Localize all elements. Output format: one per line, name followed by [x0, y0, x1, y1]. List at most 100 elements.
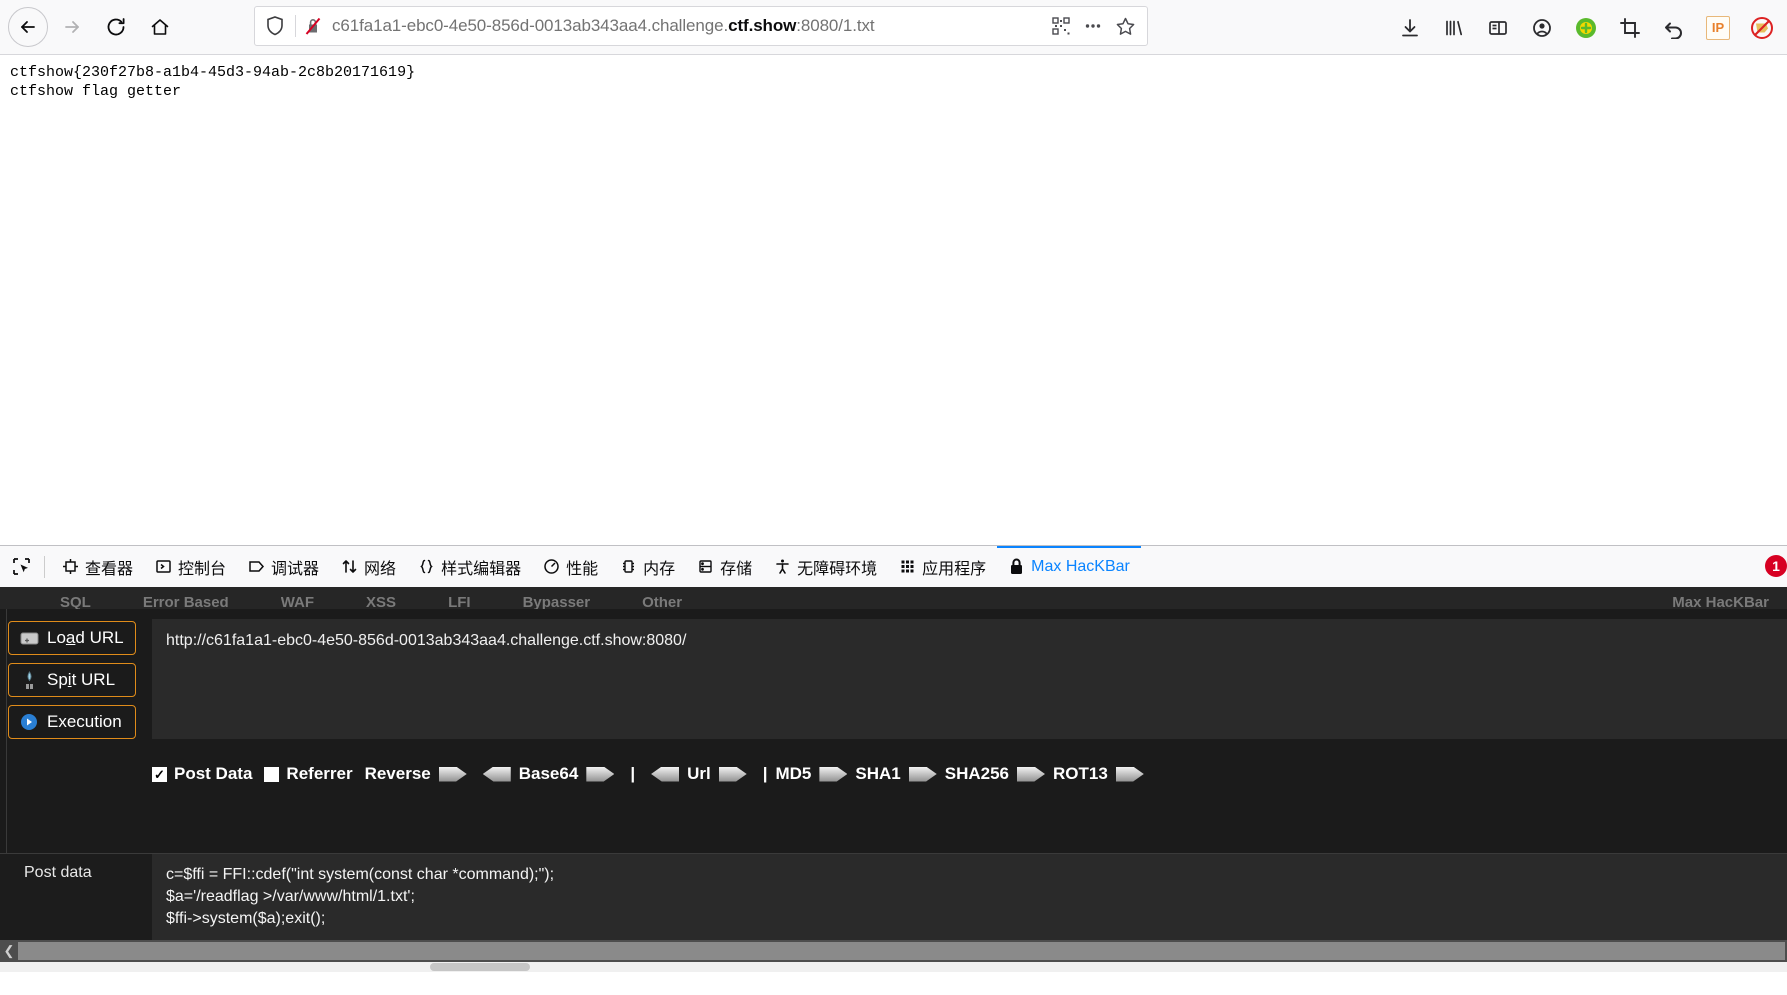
encoder-sha256-label[interactable]: SHA256 — [945, 764, 1009, 784]
devtools-tab-network[interactable]: 网络 — [330, 546, 407, 587]
element-picker-icon[interactable] — [4, 550, 38, 584]
load-url-button[interactable]: Load URL — [8, 621, 136, 655]
encoder-url-encode-arrow-icon[interactable] — [718, 766, 747, 782]
encoder-sha256-arrow-icon[interactable] — [1017, 766, 1045, 782]
reload-button[interactable] — [96, 7, 136, 47]
encoder-url-decode-arrow-icon[interactable] — [651, 766, 680, 782]
encoder-url-label[interactable]: Url — [687, 764, 711, 784]
devtools-tab-label: 应用程序 — [922, 560, 987, 578]
devtools-tab-application[interactable]: 应用程序 — [888, 546, 997, 587]
post-data-label[interactable]: Post Data — [174, 764, 252, 784]
hackbar-action-buttons: Load URL Spit URL Execution — [8, 621, 136, 747]
hackbar-category-bypasser[interactable]: Bypasser — [523, 597, 591, 609]
encoder-base64-label[interactable]: Base64 — [519, 764, 579, 784]
devtools-tab-performance[interactable]: 性能 — [532, 546, 609, 587]
url-bar-container[interactable]: c61fa1a1-ebc0-4e50-856d-0013ab343aa4.cha… — [254, 6, 1148, 46]
devtools-tab-debugger[interactable]: 调试器 — [237, 546, 330, 587]
referrer-label[interactable]: Referrer — [286, 764, 352, 784]
back-button[interactable] — [8, 7, 48, 47]
sidebar-icon[interactable] — [1483, 13, 1513, 43]
page-horizontal-scrollbar[interactable] — [0, 962, 1787, 972]
hackbar-body: Load URL Spit URL Execution http://c61fa… — [0, 609, 1787, 854]
devtools-tab-label: 内存 — [643, 560, 676, 578]
hackbar-category-xss[interactable]: XSS — [366, 597, 396, 609]
devtools-tab-label: Max HacKBar — [1031, 557, 1130, 575]
hackbar-category-other[interactable]: Other — [642, 597, 682, 609]
devtools-tabbar: 查看器 控制台 调试器 网络 样式编辑器 性能 内存 存储 无障碍环境 应用程序… — [0, 546, 1787, 588]
devtools-tab-label: 调试器 — [271, 560, 320, 578]
split-url-button[interactable]: Spit URL — [8, 663, 136, 697]
forward-button[interactable] — [52, 7, 92, 47]
browser-toolbar: c61fa1a1-ebc0-4e50-856d-0013ab343aa4.cha… — [0, 0, 1787, 55]
devtools-tab-label: 存储 — [720, 560, 753, 578]
encoder-sha1-arrow-icon[interactable] — [908, 766, 937, 782]
scroll-left-arrow-icon[interactable]: ❮ — [0, 940, 18, 962]
devtools-divider — [44, 555, 45, 578]
hackbar-left-rule — [6, 609, 7, 853]
execution-button[interactable]: Execution — [8, 705, 136, 739]
devtools-tab-accessibility[interactable]: 无障碍环境 — [763, 546, 888, 587]
url-text[interactable]: c61fa1a1-ebc0-4e50-856d-0013ab343aa4.cha… — [332, 16, 1045, 36]
account-icon[interactable] — [1527, 13, 1557, 43]
ip-badge-icon[interactable]: IP — [1703, 13, 1733, 43]
application-icon — [899, 558, 916, 575]
encoder-md5-arrow-icon[interactable] — [819, 766, 848, 782]
page-content: ctfshow{230f27b8-a1b4-45d3-94ab-2c8b2017… — [0, 55, 1787, 545]
hackbar-options-row: ✓ Post Data Referrer Reverse Base64 | Ur… — [152, 749, 1787, 799]
storage-icon — [697, 558, 714, 575]
devtools-tab-memory[interactable]: 内存 — [609, 546, 686, 587]
url-bar[interactable]: c61fa1a1-ebc0-4e50-856d-0013ab343aa4.cha… — [254, 6, 1148, 46]
encoder-md5-label[interactable]: MD5 — [775, 764, 811, 784]
hackbar-category-sql[interactable]: SQL — [60, 597, 91, 609]
post-data-checkbox[interactable]: ✓ — [152, 766, 167, 782]
devtools-tab-label: 网络 — [364, 560, 397, 578]
devtools-tab-label: 查看器 — [85, 560, 134, 578]
qr-code-icon[interactable] — [1045, 10, 1077, 42]
referrer-checkbox[interactable] — [264, 766, 280, 782]
scrollbar-thumb[interactable] — [18, 942, 1785, 960]
hackbar-category-bar: SQL Error Based WAF XSS LFI Bypasser Oth… — [0, 587, 1787, 609]
hackbar-post-data-row: Post data c=$ffi = FFI::cdef("int system… — [0, 854, 1787, 954]
devtools-tab-storage[interactable]: 存储 — [686, 546, 763, 587]
devtools-tab-console[interactable]: 控制台 — [144, 546, 237, 587]
shield-icon[interactable] — [265, 15, 285, 37]
accessibility-icon — [774, 558, 791, 575]
encoder-reverse-decode-arrow-icon[interactable] — [482, 766, 511, 782]
hackbar-horizontal-scrollbar[interactable]: ❮ — [0, 940, 1787, 962]
undo-arrow-icon[interactable] — [1659, 13, 1689, 43]
devtools-tab-inspector[interactable]: 查看器 — [51, 546, 144, 587]
hackbar-category-error-based[interactable]: Error Based — [143, 597, 229, 609]
devtools-tab-max-hackbar[interactable]: Max HacKBar — [997, 546, 1141, 587]
home-button[interactable] — [140, 7, 180, 47]
encoder-rot13-arrow-icon[interactable] — [1115, 766, 1144, 782]
encoder-rot13-label[interactable]: ROT13 — [1053, 764, 1108, 784]
execution-icon — [19, 712, 39, 732]
hackbar-category-waf[interactable]: WAF — [281, 597, 314, 609]
encoder-sha1-label[interactable]: SHA1 — [855, 764, 900, 784]
post-data-textarea[interactable]: c=$ffi = FFI::cdef("int system(const cha… — [152, 854, 1787, 954]
library-icon[interactable] — [1439, 13, 1469, 43]
crop-icon[interactable] — [1615, 13, 1645, 43]
page-scrollbar-thumb[interactable] — [430, 963, 530, 971]
devtools-tab-style-editor[interactable]: 样式编辑器 — [407, 546, 532, 587]
encoder-reverse-encode-arrow-icon[interactable] — [438, 766, 467, 782]
navigation-buttons — [0, 7, 180, 47]
devtools-tab-label: 性能 — [566, 560, 599, 578]
separator-pipe-2: | — [762, 764, 768, 783]
hackbar-category-lfi[interactable]: LFI — [448, 597, 471, 609]
encoder-base64-encode-arrow-icon[interactable] — [586, 766, 615, 782]
ellipsis-icon[interactable] — [1077, 10, 1109, 42]
error-count-badge[interactable]: 1 — [1765, 555, 1787, 577]
blocked-icon[interactable] — [1747, 13, 1777, 43]
style-editor-icon — [418, 558, 435, 575]
broken-lock-icon[interactable] — [304, 16, 322, 36]
separator-pipe-1: | — [630, 764, 636, 783]
flag-line-2: ctfshow flag getter — [10, 83, 182, 100]
debugger-icon — [248, 558, 265, 575]
green-plus-icon[interactable] — [1571, 13, 1601, 43]
toolbar-right-icons: IP — [1395, 0, 1777, 55]
star-icon[interactable] — [1109, 10, 1141, 42]
hackbar-url-input[interactable]: http://c61fa1a1-ebc0-4e50-856d-0013ab343… — [152, 619, 1787, 739]
downloads-icon[interactable] — [1395, 13, 1425, 43]
encoder-reverse-label[interactable]: Reverse — [365, 764, 431, 784]
